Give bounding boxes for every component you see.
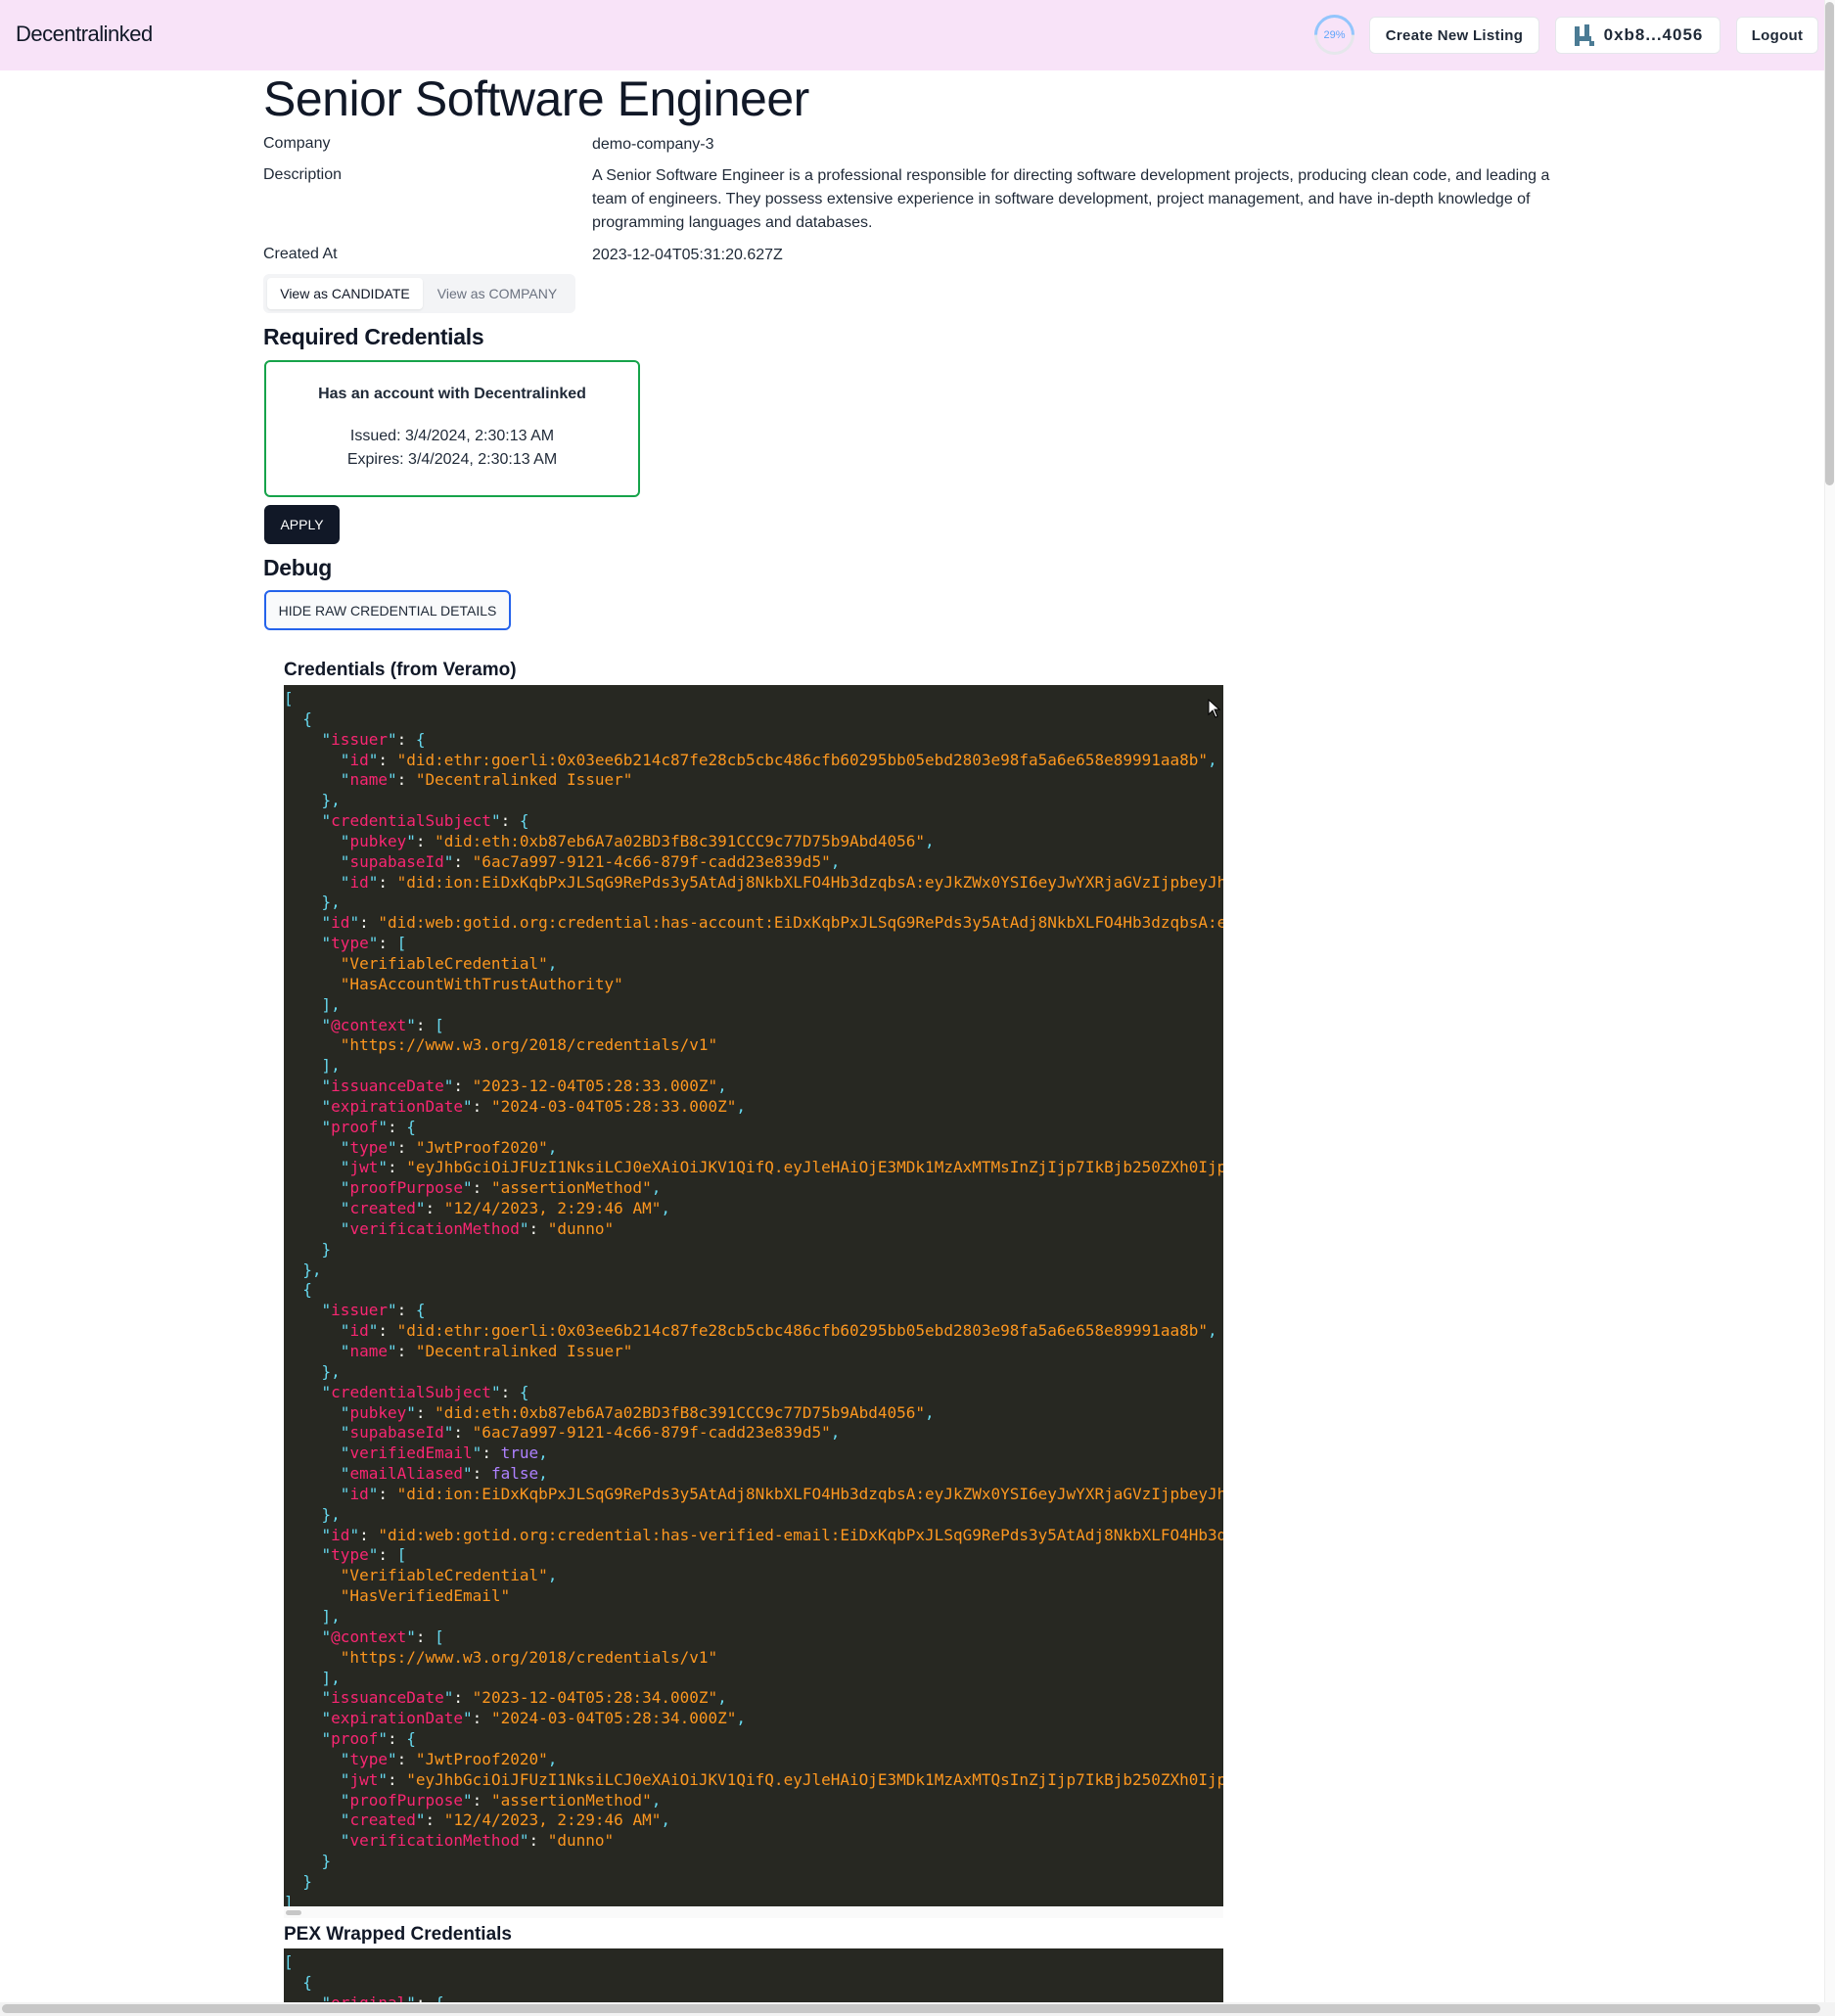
description-value: A Senior Software Engineer is a professi… xyxy=(592,167,1550,231)
wallet-button[interactable]: 0xb8...4056 xyxy=(1555,17,1720,54)
credentials-json-code: [ { "issuer": { "id": "did:ethr:goerli:0… xyxy=(284,689,1223,1906)
page-horizontal-scroll-thumb[interactable] xyxy=(2,2004,1820,2013)
credentials-heading: Credentials (from Veramo) xyxy=(284,660,517,680)
code-horizontal-scrollbar[interactable] xyxy=(284,1906,1223,1918)
created-at-value: 2023-12-04T05:31:20.627Z xyxy=(592,247,783,263)
hide-raw-credentials-button[interactable]: HIDE RAW CREDENTIAL DETAILS xyxy=(264,590,511,630)
apply-button[interactable]: APPLY xyxy=(264,505,340,544)
pex-json-code: [ { "original": { xyxy=(284,1952,444,2002)
created-at-label: Created At xyxy=(263,246,338,262)
profile-progress-ring: 29% xyxy=(1306,6,1363,64)
cursor-icon xyxy=(1208,699,1221,718)
create-listing-button[interactable]: Create New Listing xyxy=(1369,17,1539,54)
wallet-address: 0xb8...4056 xyxy=(1603,25,1704,44)
tab-view-as-company[interactable]: View as COMPANY xyxy=(424,278,571,309)
pex-json-block[interactable]: [ { "original": { xyxy=(284,1948,1223,2002)
pex-heading: PEX Wrapped Credentials xyxy=(284,1924,512,1945)
company-value: demo-company-3 xyxy=(592,136,714,153)
credential-card-title: Has an account with Decentralinked xyxy=(318,386,586,402)
credential-expires: Expires: 3/4/2024, 2:30:13 AM xyxy=(346,451,558,468)
credential-issued: Issued: 3/4/2024, 2:30:13 AM xyxy=(349,428,555,444)
company-label: Company xyxy=(263,135,331,152)
credentials-json-block[interactable]: [ { "issuer": { "id": "did:ethr:goerli:0… xyxy=(284,685,1223,1906)
required-credentials-heading: Required Credentials xyxy=(263,324,484,349)
tab-view-as-candidate[interactable]: View as CANDIDATE xyxy=(267,278,423,309)
brand-logo[interactable]: Decentralinked xyxy=(16,22,153,47)
page-vertical-scroll-thumb[interactable] xyxy=(1825,2,1834,485)
top-navbar: Decentralinked 29% Create New Listing 0x… xyxy=(0,0,1824,70)
code-scroll-thumb[interactable] xyxy=(286,1910,301,1915)
description-label: Description xyxy=(263,166,343,183)
wallet-avatar-icon xyxy=(1573,24,1594,46)
logout-button[interactable]: Logout xyxy=(1736,17,1818,54)
view-toggle: View as CANDIDATE View as COMPANY xyxy=(263,274,575,313)
page-title: Senior Software Engineer xyxy=(263,71,809,126)
progress-percent: 29% xyxy=(1323,28,1346,41)
credential-card: Has an account with Decentralinked Issue… xyxy=(264,360,640,497)
debug-heading: Debug xyxy=(263,555,333,580)
